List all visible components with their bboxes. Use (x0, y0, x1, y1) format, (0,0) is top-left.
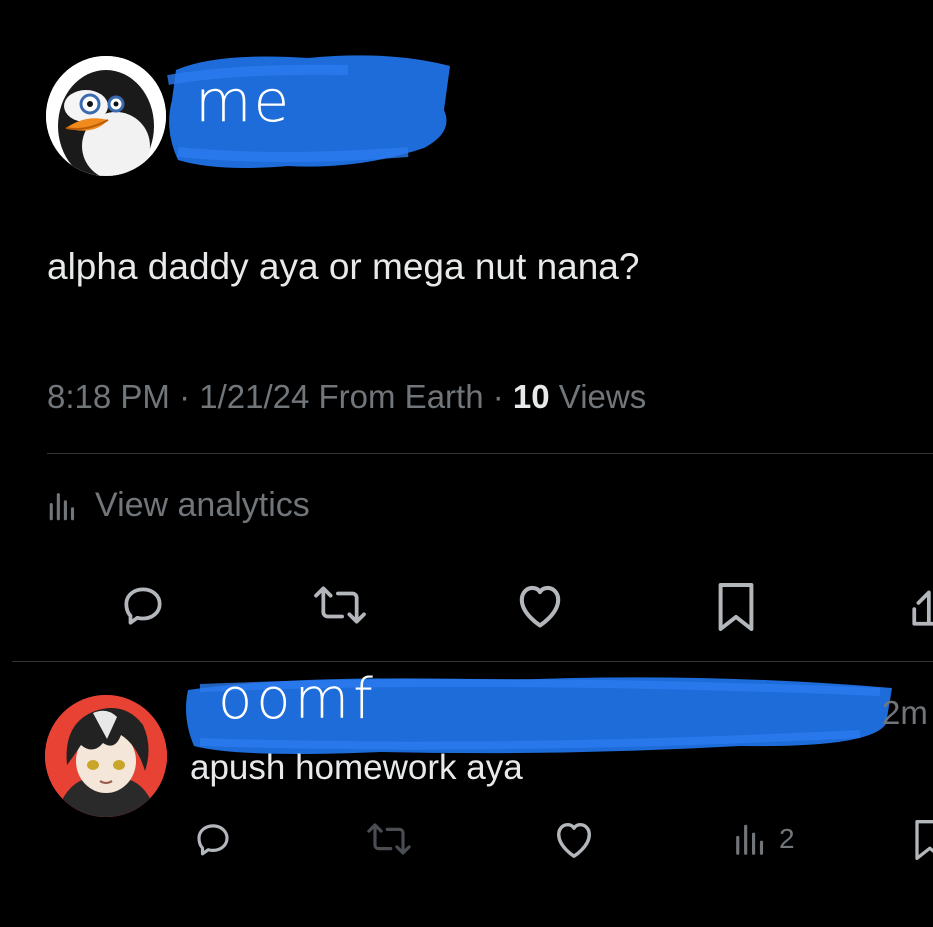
author-avatar[interactable] (46, 56, 166, 176)
share-button[interactable] (908, 580, 933, 630)
views-label: Views (558, 378, 647, 415)
share-icon (912, 590, 933, 626)
reply-views-button[interactable]: 2 (733, 820, 795, 858)
author-handle-overlay: me (195, 67, 292, 135)
reply-bookmark-button[interactable] (912, 818, 933, 862)
retweet-icon (367, 823, 411, 855)
reply-like-button[interactable] (551, 818, 597, 860)
reply-views-count: 2 (779, 823, 795, 854)
tweet-meta: 8:18 PM · 1/21/24 From Earth · 10 Views (47, 378, 646, 416)
divider (12, 661, 933, 662)
divider (47, 453, 933, 454)
analytics-label: View analytics (95, 486, 310, 524)
tweet-time: 8:18 PM (47, 378, 170, 415)
heart-icon (557, 822, 591, 858)
reply-reply-button[interactable] (190, 818, 236, 860)
meta-separator: · (492, 378, 504, 415)
reply-button[interactable] (116, 580, 170, 630)
tweet-text: alpha daddy aya or mega nut nana? (47, 246, 640, 287)
reply-author-avatar[interactable] (45, 695, 167, 817)
retweet-icon (314, 586, 366, 624)
reply-icon (197, 824, 229, 856)
tweet-date-location: 1/21/24 From Earth (199, 378, 484, 415)
reply-text: apush homework aya (190, 748, 523, 787)
anime-character-avatar-icon (45, 695, 167, 817)
bookmark-button[interactable] (714, 580, 758, 634)
meta-separator: · (179, 378, 191, 415)
penguin-avatar-icon (46, 56, 166, 176)
bookmark-icon (718, 583, 754, 631)
view-analytics-link[interactable]: View analytics (47, 486, 310, 525)
views-count: 10 (512, 378, 550, 415)
analytics-icon (49, 492, 75, 520)
bookmark-icon (915, 820, 933, 860)
heart-icon (519, 585, 561, 628)
reply-author-handle-overlay: oomf (218, 667, 377, 732)
reply-retweet-button[interactable] (364, 818, 414, 860)
analytics-icon (736, 824, 764, 855)
reply-time: 2m (882, 694, 928, 731)
like-button[interactable] (512, 580, 568, 630)
reply-icon (124, 587, 162, 625)
retweet-button[interactable] (310, 580, 370, 630)
